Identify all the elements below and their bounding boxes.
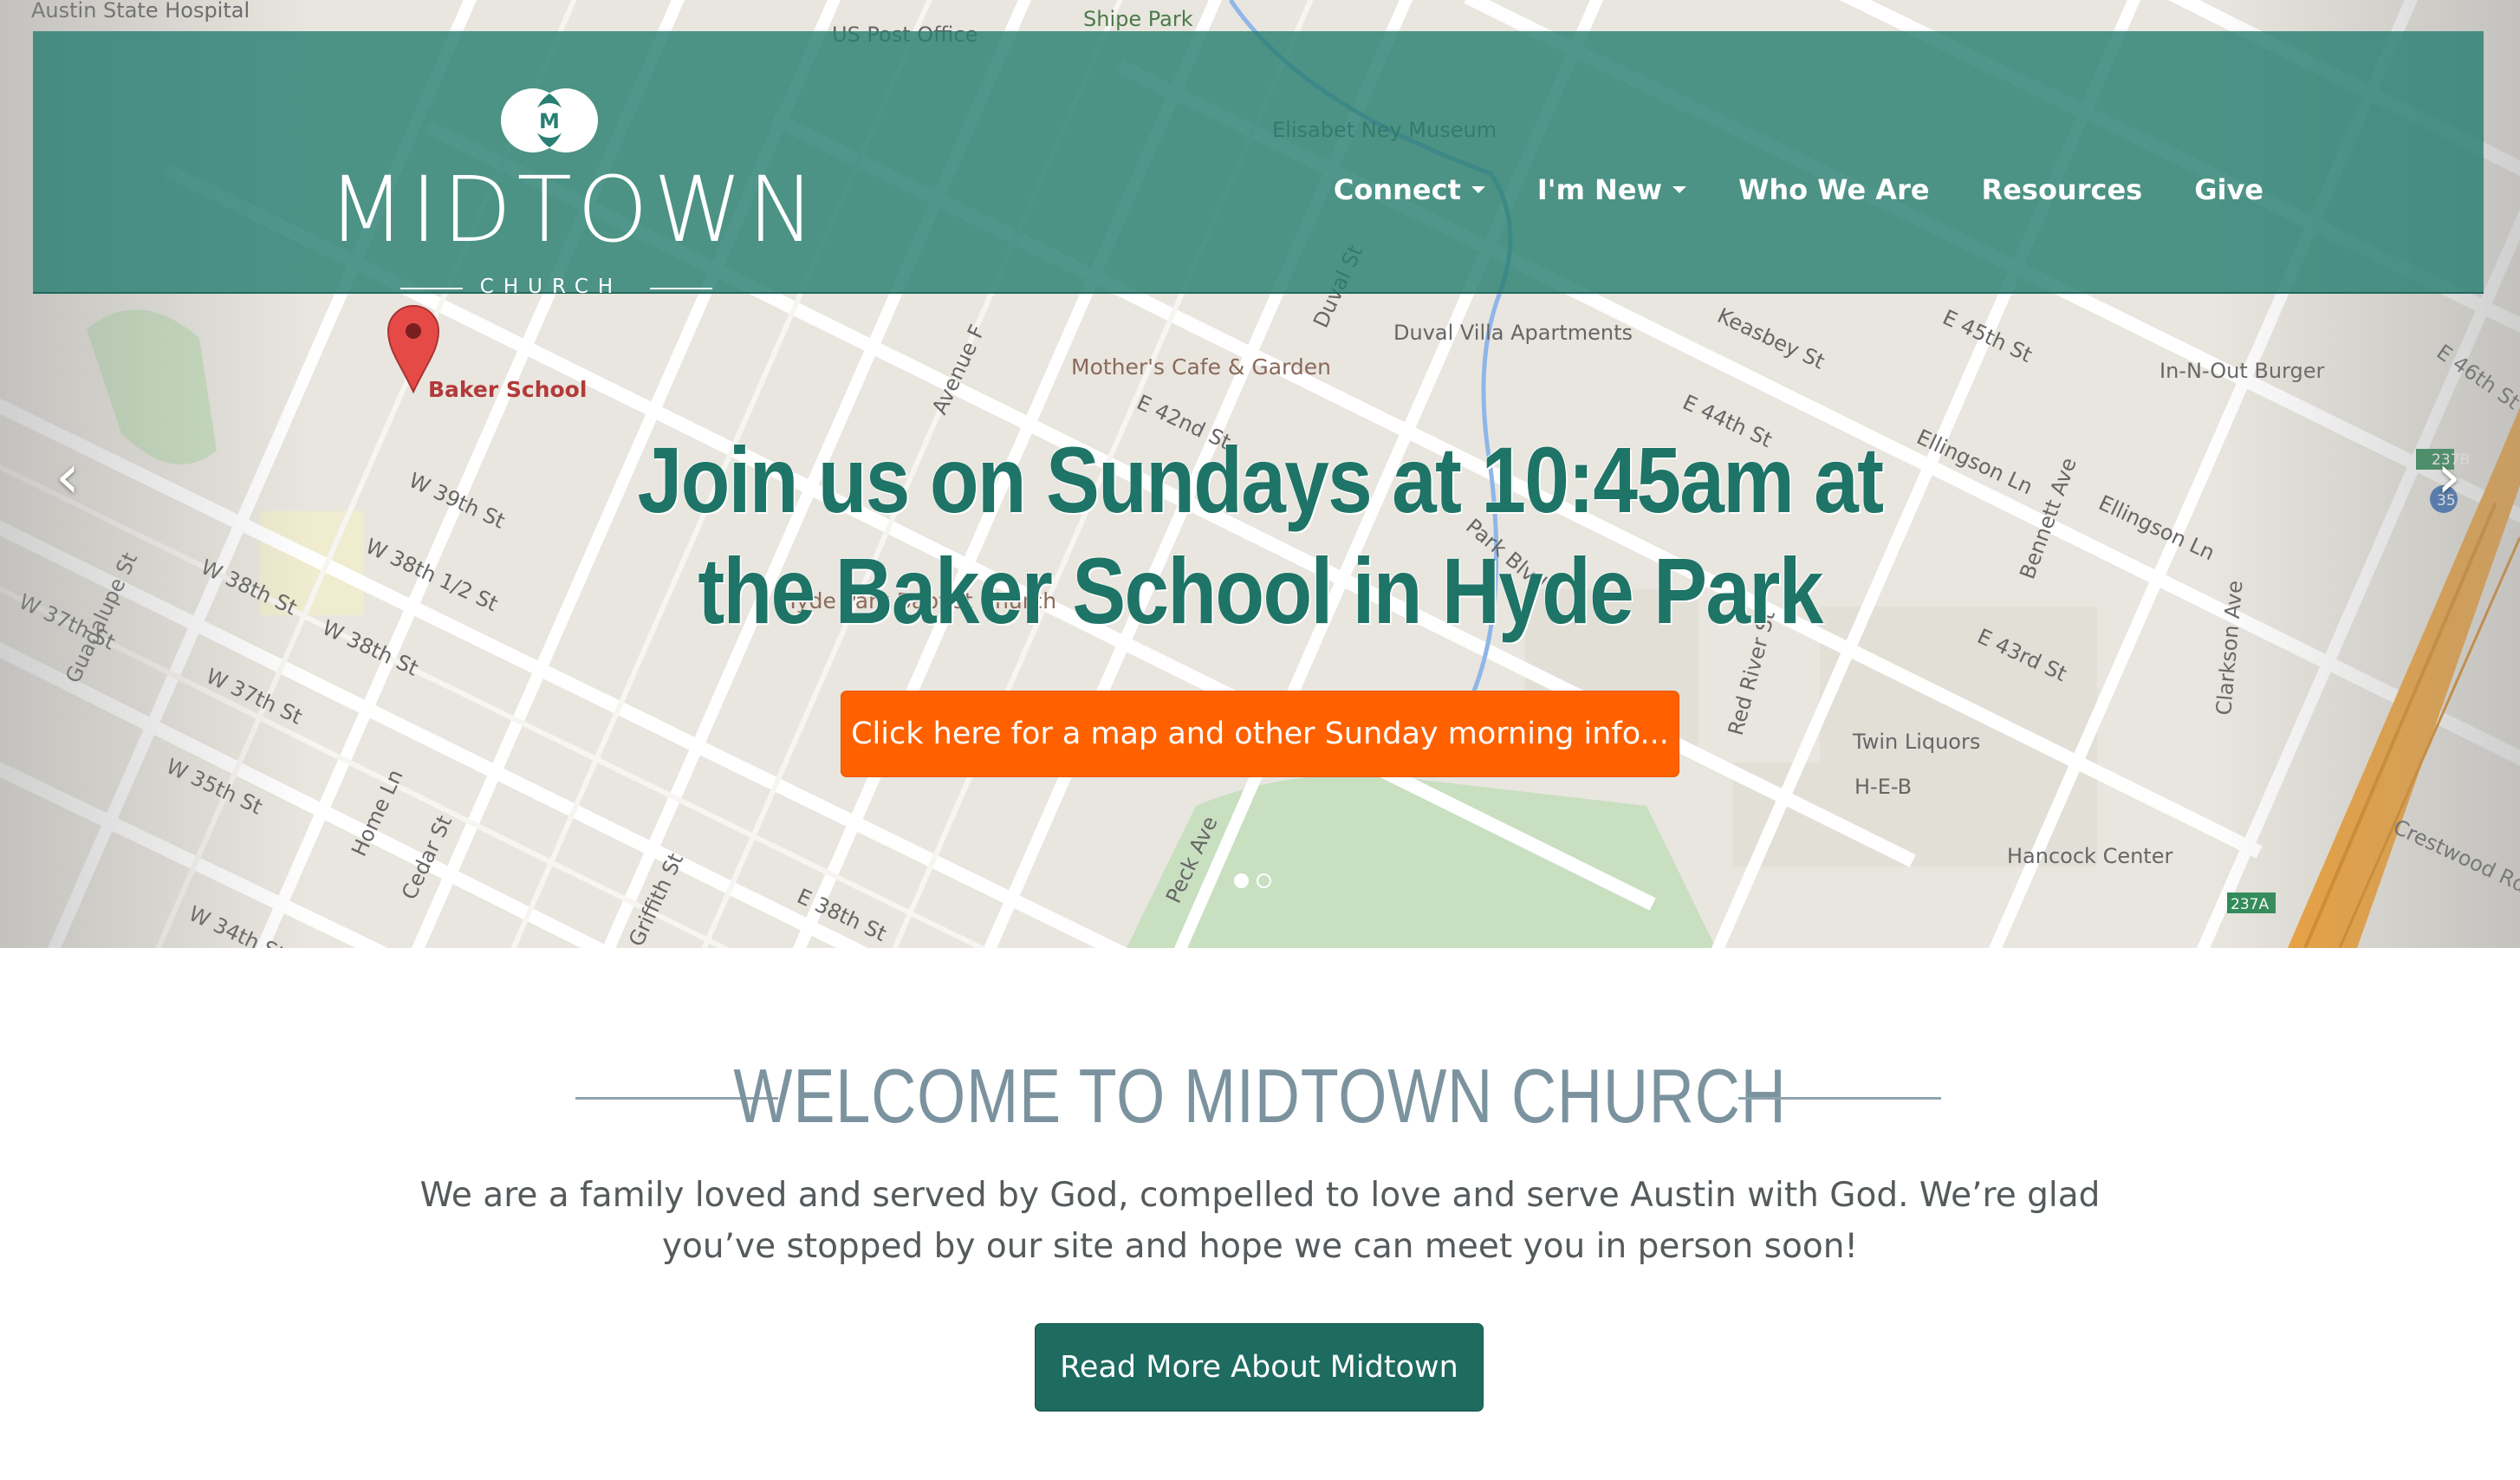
carousel-dot-2[interactable]: [1257, 873, 1271, 888]
sunday-info-button[interactable]: Click here for a map and other Sunday mo…: [841, 691, 1679, 777]
svg-text:Duval Villa Apartments: Duval Villa Apartments: [1393, 321, 1633, 345]
nav-im-new-label: I'm New: [1536, 173, 1663, 206]
hero-heading: Join us on Sundays at 10:45am at the Bak…: [637, 427, 1884, 643]
main-menu: Connect I'm New Who We Are Resources Giv…: [1282, 173, 2263, 206]
nav-give[interactable]: Give: [2194, 173, 2263, 206]
welcome-title: WELCOME TO MIDTOWN CHURCH: [733, 1053, 1787, 1139]
svg-text:Hancock Center: Hancock Center: [2007, 844, 2173, 868]
svg-text:Twin Liquors: Twin Liquors: [1852, 730, 1980, 754]
svg-text:Baker School: Baker School: [428, 377, 587, 402]
svg-text:M: M: [539, 109, 560, 133]
nav-connect[interactable]: Connect: [1334, 173, 1485, 206]
logo-mark-icon: M: [501, 88, 598, 153]
chevron-left-icon[interactable]: ‹: [42, 446, 94, 507]
site-navbar: M MIDTOWN CHURCH Connect I'm New Who We …: [33, 31, 2484, 297]
nav-who-we-are[interactable]: Who We Are: [1738, 173, 1929, 206]
nav-im-new[interactable]: I'm New: [1536, 173, 1687, 206]
chevron-right-icon[interactable]: ›: [2423, 446, 2475, 507]
midtown-logo[interactable]: M MIDTOWN CHURCH: [293, 55, 815, 297]
read-more-button[interactable]: Read More About Midtown: [1035, 1323, 1484, 1412]
caret-down-icon: [1471, 186, 1485, 193]
welcome-section-heading: WELCOME TO MIDTOWN CHURCH: [0, 1048, 2520, 1144]
carousel-indicators: [1234, 873, 1279, 888]
logo-wordmark: MIDTOWN: [328, 157, 821, 263]
welcome-rule-right: [1738, 1097, 1941, 1100]
svg-text:Mother's Cafe & Garden: Mother's Cafe & Garden: [1071, 354, 1331, 380]
carousel-dot-1[interactable]: [1234, 873, 1249, 888]
nav-connect-label: Connect: [1333, 173, 1461, 206]
logo-rule-right: [650, 288, 712, 289]
svg-text:H-E-B: H-E-B: [1854, 775, 1912, 799]
caret-down-icon: [1672, 186, 1687, 193]
svg-text:Shipe Park: Shipe Park: [1083, 7, 1193, 31]
welcome-text: We are a family loved and served by God,…: [419, 1176, 2101, 1266]
nav-resources[interactable]: Resources: [1982, 173, 2143, 206]
